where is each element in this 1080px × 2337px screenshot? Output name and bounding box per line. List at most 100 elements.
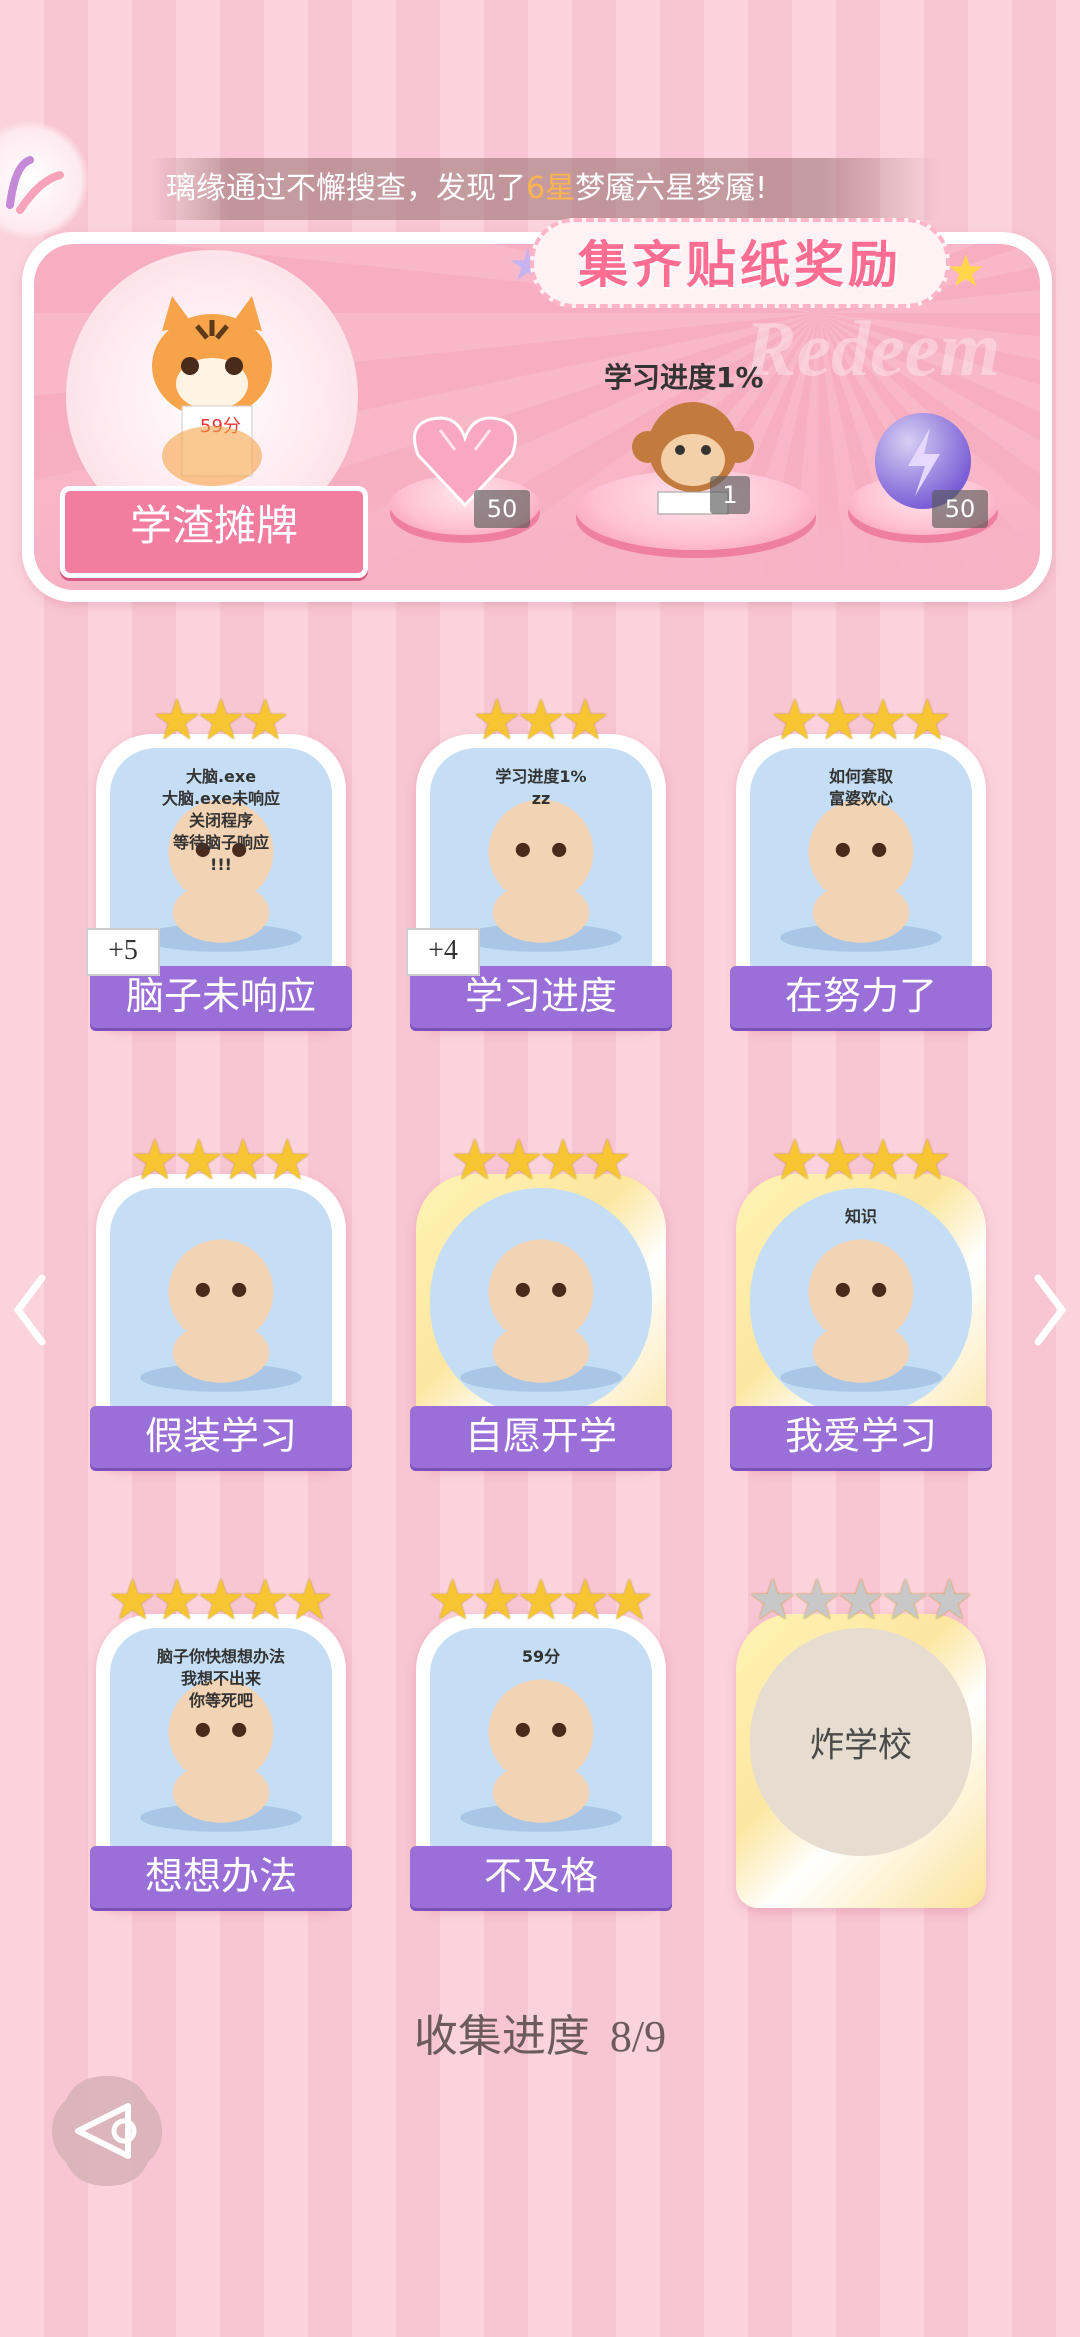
reward-count: 50 xyxy=(932,490,988,528)
sticker-label: 不及格 xyxy=(410,1846,672,1908)
star-icon: ★ xyxy=(582,1128,633,1193)
sticker-artwork xyxy=(430,1188,652,1416)
prev-page-arrow-icon[interactable] xyxy=(10,1270,50,1350)
star-icon: ★ xyxy=(813,688,864,753)
sticker-artwork: 知识 xyxy=(750,1188,972,1416)
star-icon: ★ xyxy=(858,688,909,753)
sticker-card[interactable]: 炸学校 ★★★★★ xyxy=(730,1568,992,1908)
sticker-caption: 富婆欢心 xyxy=(828,789,893,808)
sticker-caption: 你等死吧 xyxy=(188,1691,253,1710)
sticker-caption: 我想不出来 xyxy=(180,1669,261,1688)
sticker-card[interactable]: 59分不及格 ★★★★★ xyxy=(410,1568,672,1908)
sticker-artwork: 59分 xyxy=(430,1628,652,1856)
star-icon: ★ xyxy=(471,688,522,753)
star-icon: ★ xyxy=(924,1568,975,1633)
progress-value: 8/9 xyxy=(609,2012,667,2061)
sticker-card[interactable]: 知识 我爱学习 ★★★★ xyxy=(730,1128,992,1468)
star-rating: ★★★★ xyxy=(730,1128,992,1193)
star-icon: ★ xyxy=(791,1568,842,1633)
character-name-ribbon: 学渣摊牌 xyxy=(60,486,368,578)
star-icon: ★ xyxy=(195,1568,247,1633)
star-rating: ★★★★ xyxy=(410,1128,672,1193)
star-icon: ★ xyxy=(240,688,291,753)
sticker-caption: 大脑.exe未响应 xyxy=(161,789,281,808)
locked-sticker-label: 炸学校 xyxy=(810,1727,912,1765)
star-icon: ★ xyxy=(493,1128,544,1193)
card-frame: 假装学习 xyxy=(90,1174,352,1468)
star-icon: ★ xyxy=(604,1568,655,1633)
star-icon: ★ xyxy=(427,1568,478,1633)
star-icon: ★ xyxy=(449,1128,500,1193)
tiger-avatar-icon: 59分 xyxy=(152,296,272,486)
sticker-label: 自愿开学 xyxy=(410,1406,672,1468)
star-icon: ★ xyxy=(747,1568,798,1633)
star-rating: ★★★★ xyxy=(90,1128,352,1193)
reward-count: 50 xyxy=(474,490,530,528)
card-frame: 大脑.exe 大脑.exe未响应 关闭程序 等待脑子响应!!! 脑子未响应 +5 xyxy=(86,734,352,1028)
card-frame: 脑子你快想想办法 我想不出来你等死吧想想办法 xyxy=(90,1614,352,1908)
marquee-prefix: 璃缘通过不懈搜查，发现了 xyxy=(166,171,526,206)
sticker-card[interactable]: 如何套取 富婆欢心 在努力了 ★★★★ xyxy=(730,688,992,1028)
star-icon: ★ xyxy=(880,1568,931,1633)
sticker-card[interactable]: 假装学习 ★★★★ xyxy=(90,1128,352,1468)
reward-count: 1 xyxy=(710,476,750,514)
card-frame: 如何套取 富婆欢心 在努力了 xyxy=(730,734,992,1028)
star-rating: ★★★★★ xyxy=(90,1568,352,1633)
reward-title: 集齐贴纸奖励 xyxy=(530,218,950,308)
duplicate-count-badge: +4 xyxy=(406,928,480,976)
duplicate-count-badge: +5 xyxy=(86,928,160,976)
star-icon: ★ xyxy=(902,1128,953,1193)
sticker-caption: 学习进度1% xyxy=(495,767,587,786)
marquee-highlight: 6星 xyxy=(526,171,576,206)
sticker-card[interactable]: 自愿开学 ★★★★ xyxy=(410,1128,672,1468)
marquee-suffix: 梦魇六星梦魇! xyxy=(575,171,768,206)
sticker-caption: 59分 xyxy=(521,1647,561,1666)
sticker-caption: 等待脑子响应 xyxy=(172,833,269,852)
star-rating: ★★★ xyxy=(90,688,352,753)
star-icon: ★ xyxy=(769,1128,820,1193)
star-icon: ★ xyxy=(769,688,820,753)
star-icon: ★ xyxy=(129,1128,180,1193)
star-icon: ★ xyxy=(560,1568,611,1633)
star-icon: ★ xyxy=(538,1128,589,1193)
star-icon: ★ xyxy=(946,246,986,297)
card-frame: 学习进度1% zz 学习进度 +4 xyxy=(406,734,672,1028)
star-icon: ★ xyxy=(107,1568,158,1633)
star-icon: ★ xyxy=(240,1568,291,1633)
star-icon: ★ xyxy=(218,1128,269,1193)
next-page-arrow-icon[interactable] xyxy=(1030,1270,1070,1350)
sticker-label: 想想办法 xyxy=(90,1846,352,1908)
collection-progress: 收集进度 8/9 xyxy=(0,2000,1080,2064)
card-frame: 知识 我爱学习 xyxy=(730,1174,992,1468)
star-icon: ★ xyxy=(471,1568,522,1633)
sticker-artwork: 如何套取 富婆欢心 xyxy=(750,748,972,976)
sticker-card[interactable]: 学习进度1% zz 学习进度 +4 ★★★ xyxy=(406,688,672,1028)
star-icon: ★ xyxy=(173,1128,224,1193)
star-rating: ★★★★★ xyxy=(410,1568,672,1633)
progress-label: 收集进度 xyxy=(413,2012,590,2061)
back-button[interactable] xyxy=(48,2072,166,2190)
sticker-card[interactable]: 大脑.exe 大脑.exe未响应 关闭程序 等待脑子响应!!! 脑子未响应 +5 ★★★ xyxy=(86,688,352,1028)
redeem-watermark: Redeem xyxy=(744,305,1000,392)
star-icon: ★ xyxy=(151,688,202,753)
star-icon: ★ xyxy=(560,688,611,753)
sticker-caption: 知识 xyxy=(844,1207,877,1226)
corner-flower-decoration xyxy=(0,120,90,240)
card-frame: 炸学校 xyxy=(736,1614,986,1908)
star-rating: ★★★★ xyxy=(730,688,992,753)
star-icon: ★ xyxy=(262,1128,313,1193)
sticker-caption: 学习进度1% xyxy=(604,361,764,394)
sticker-caption: 关闭程序 xyxy=(188,811,253,830)
sticker-caption: zz xyxy=(531,789,551,808)
star-icon: ★ xyxy=(813,1128,864,1193)
star-rating: ★★★ xyxy=(410,688,672,753)
sticker-label: 假装学习 xyxy=(90,1406,352,1468)
star-icon: ★ xyxy=(195,688,247,753)
sticker-label: 在努力了 xyxy=(730,966,992,1028)
sticker-card[interactable]: 脑子你快想想办法 我想不出来 你等死吧 想想办法 ★★★★★ xyxy=(90,1568,352,1908)
sticker-caption: 脑子你快想想办法 xyxy=(156,1647,285,1666)
star-icon: ★ xyxy=(902,688,953,753)
star-icon: ★ xyxy=(835,1568,887,1633)
broadcast-marquee: 璃缘通过不懈搜查，发现了6星梦魇六星梦魇! xyxy=(150,158,940,220)
star-icon: ★ xyxy=(151,1568,202,1633)
